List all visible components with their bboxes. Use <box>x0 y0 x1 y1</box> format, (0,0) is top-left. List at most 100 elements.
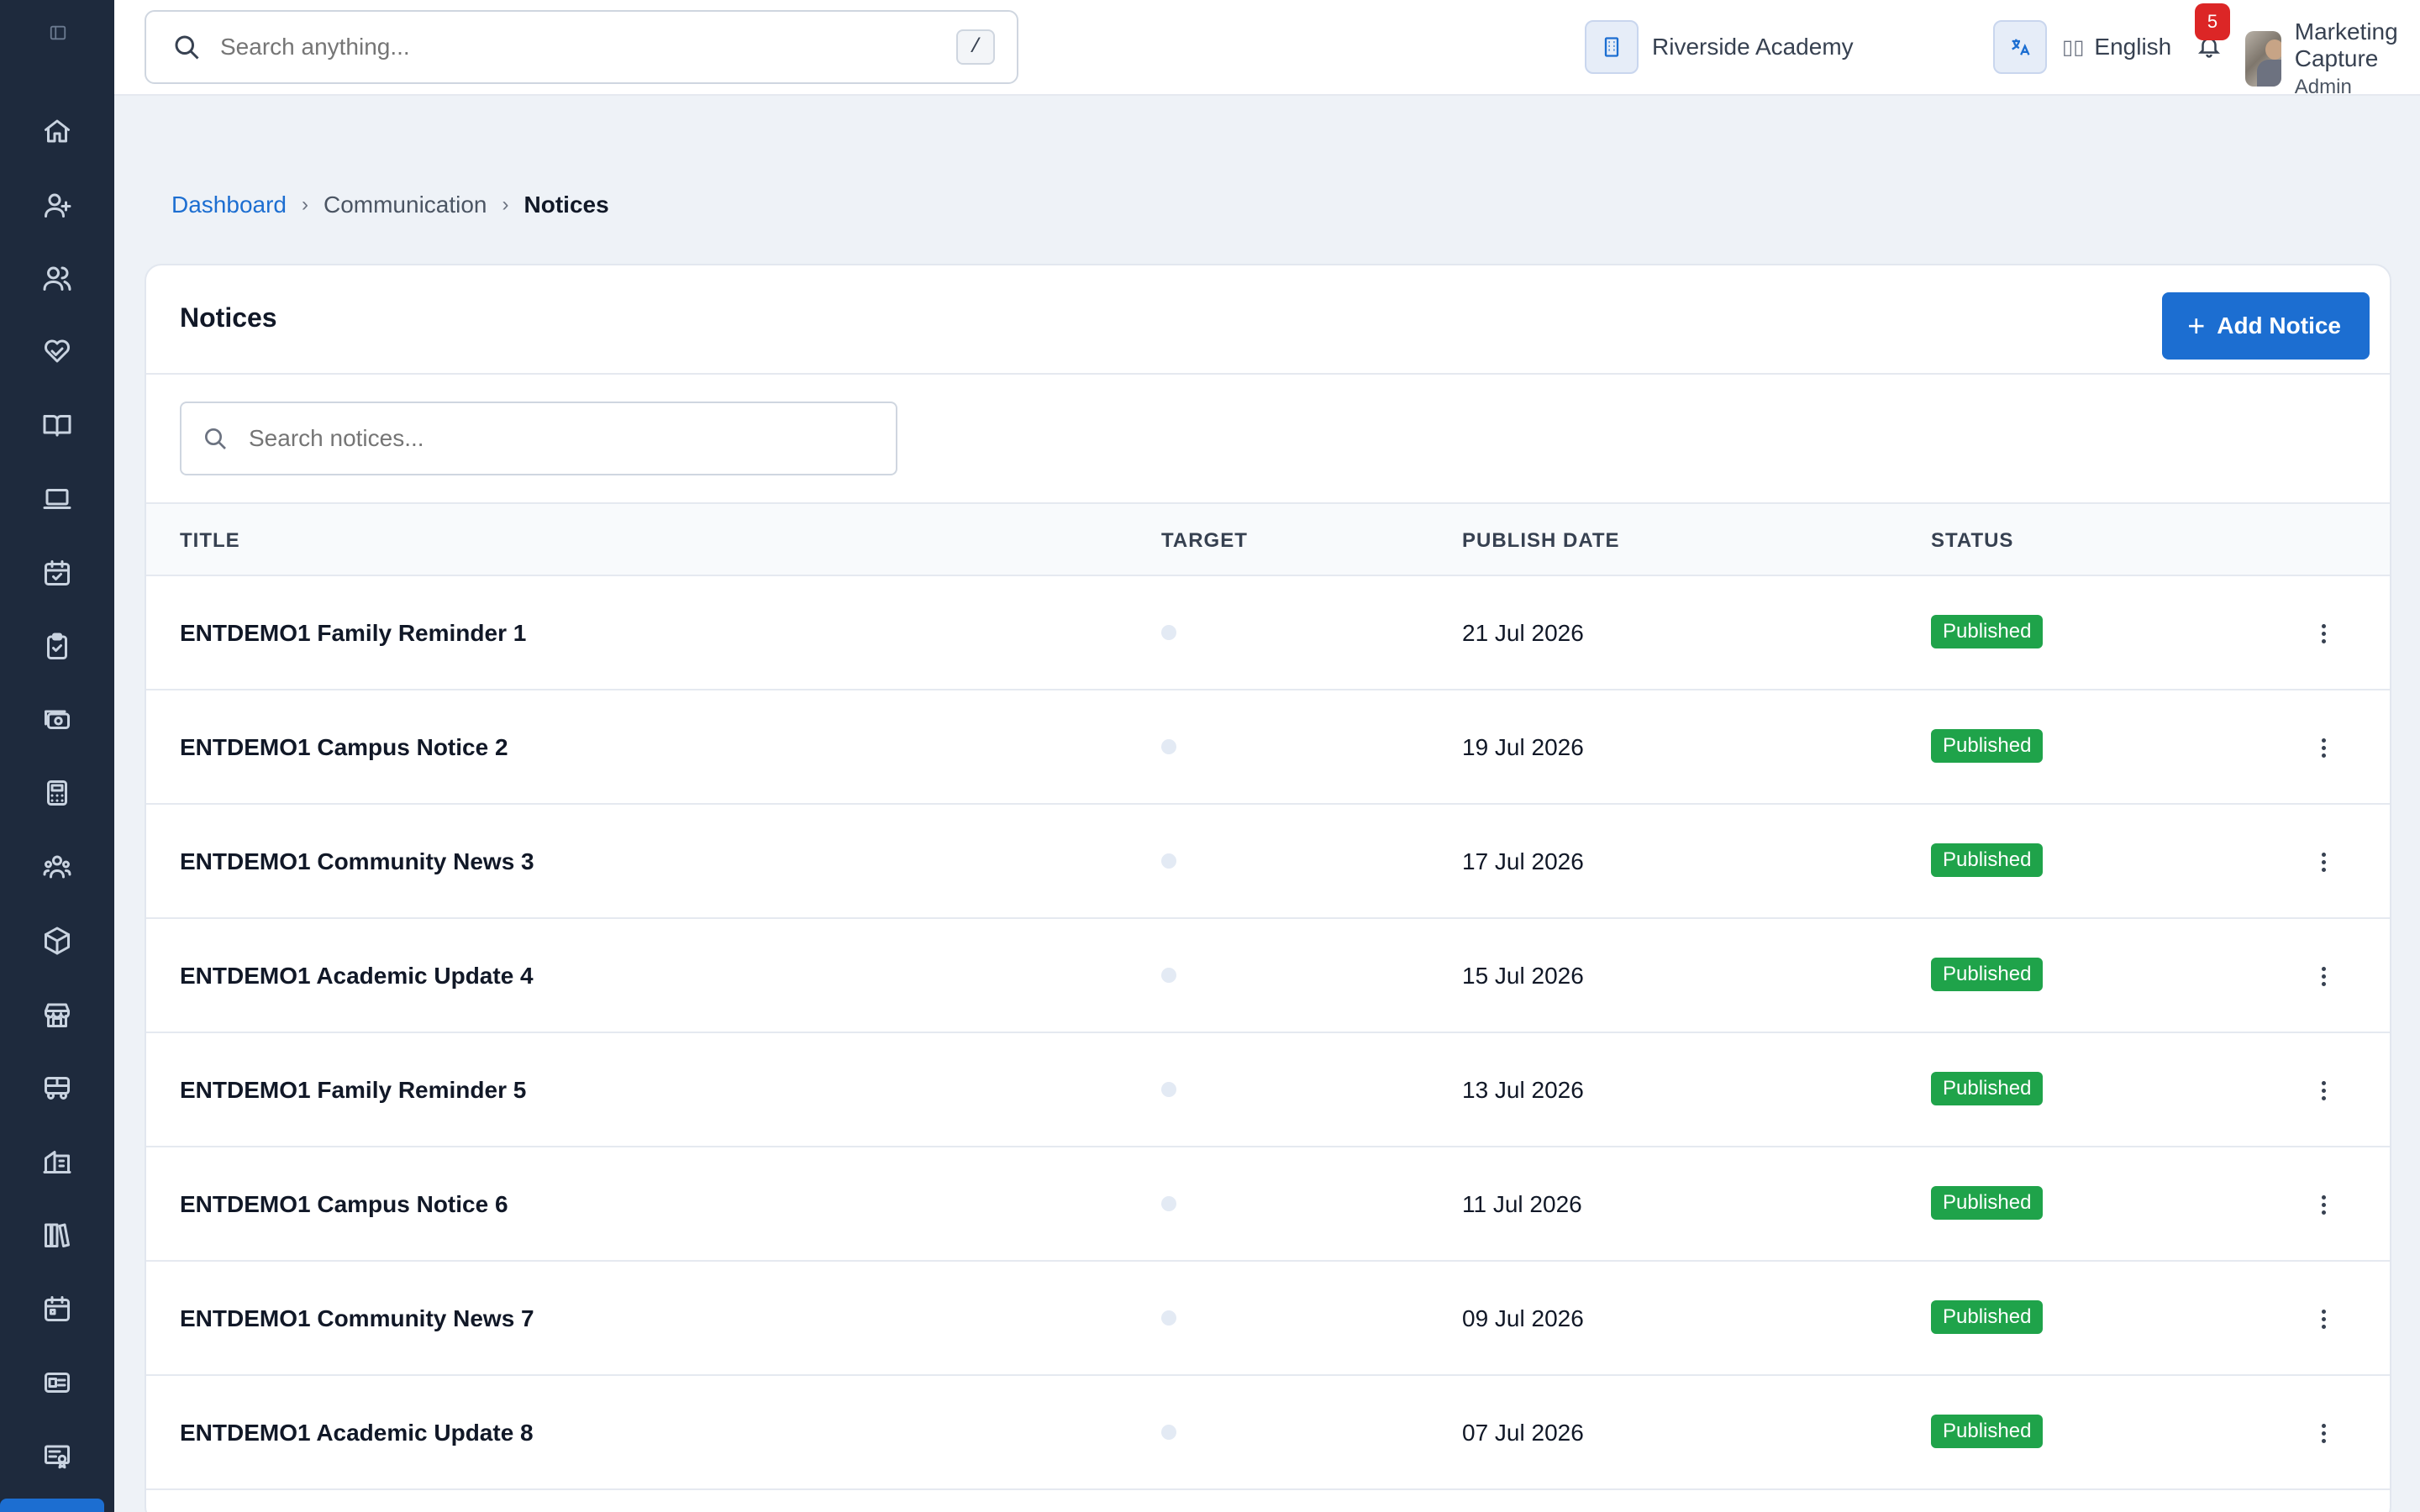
more-actions-icon[interactable] <box>2311 961 2336 991</box>
add-notice-label: Add Notice <box>2217 312 2341 339</box>
publish-date: 07 Jul 2026 <box>1462 1420 1584 1446</box>
target-indicator <box>1161 739 1176 754</box>
people-group-icon[interactable] <box>37 847 77 887</box>
more-actions-icon[interactable] <box>2311 1189 2336 1220</box>
home-icon[interactable] <box>37 111 77 151</box>
more-actions-icon[interactable] <box>2311 618 2336 648</box>
target-indicator <box>1161 968 1176 983</box>
notice-search-input[interactable] <box>249 425 896 452</box>
sidebar <box>0 0 114 1512</box>
table-row[interactable]: ENTDEMO1 Community News 7 09 Jul 2026 Pu… <box>146 1262 2390 1376</box>
table-row[interactable]: ENTDEMO1 Community News 3 17 Jul 2026 Pu… <box>146 805 2390 919</box>
breadcrumb-separator-icon: › <box>301 193 308 216</box>
school-switcher[interactable]: Riverside Academy <box>1585 20 1854 74</box>
breadcrumb: Dashboard › Communication › Notices <box>171 192 609 218</box>
language-switcher[interactable]: ▯▯ English <box>1993 20 2171 74</box>
notice-title[interactable]: ENTDEMO1 Campus Notice 2 <box>180 734 508 761</box>
status-badge: Published <box>1931 615 2044 648</box>
table-row[interactable]: ENTDEMO1 Campus Notice 6 11 Jul 2026 Pub… <box>146 1147 2390 1262</box>
package-icon[interactable] <box>37 921 77 961</box>
table-row[interactable]: ENTDEMO1 Family Reminder 1 21 Jul 2026 P… <box>146 576 2390 690</box>
publish-date: 17 Jul 2026 <box>1462 848 1584 874</box>
flag-icon: ▯▯ <box>2062 35 2085 59</box>
notice-title[interactable]: ENTDEMO1 Academic Update 8 <box>180 1420 534 1446</box>
id-card-icon[interactable] <box>37 1362 77 1403</box>
breadcrumb-separator-icon: › <box>502 193 509 216</box>
user-menu[interactable]: Marketing Capture Admin <box>2245 18 2420 99</box>
filter-bar <box>146 375 2390 504</box>
column-header-target[interactable]: TARGET <box>1161 529 1248 553</box>
page-title: Notices <box>180 302 277 333</box>
notice-title[interactable]: ENTDEMO1 Campus Notice 6 <box>180 1191 508 1218</box>
breadcrumb-communication: Communication <box>323 192 487 218</box>
publish-date: 15 Jul 2026 <box>1462 963 1584 989</box>
more-actions-icon[interactable] <box>2311 732 2336 763</box>
column-header-title[interactable]: TITLE <box>180 529 240 553</box>
status-badge: Published <box>1931 1415 2044 1448</box>
sidebar-collapse-icon[interactable] <box>49 24 67 42</box>
more-actions-icon[interactable] <box>2311 847 2336 877</box>
breadcrumb-dashboard-link[interactable]: Dashboard <box>171 192 287 218</box>
notice-title[interactable]: ENTDEMO1 Community News 3 <box>180 848 534 875</box>
clipboard-check-icon[interactable] <box>37 627 77 667</box>
notices-card: Notices + Add Notice TITLE TARGET PUBLIS… <box>145 264 2391 1512</box>
breadcrumb-current: Notices <box>523 192 609 218</box>
table-row[interactable]: ENTDEMO1 Campus Notice 2 19 Jul 2026 Pub… <box>146 690 2390 805</box>
library-icon[interactable] <box>37 1215 77 1255</box>
status-badge: Published <box>1931 843 2044 877</box>
status-badge: Published <box>1931 958 2044 991</box>
status-badge: Published <box>1931 729 2044 763</box>
user-plus-icon[interactable] <box>37 185 77 225</box>
search-shortcut-key: / <box>956 29 995 65</box>
publish-date: 11 Jul 2026 <box>1462 1191 1582 1217</box>
target-indicator <box>1161 1082 1176 1097</box>
notice-title[interactable]: ENTDEMO1 Family Reminder 1 <box>180 620 526 647</box>
more-actions-icon[interactable] <box>2311 1304 2336 1334</box>
topbar: / Riverside Academy ▯▯ English 5 Marketi… <box>114 0 2420 99</box>
search-icon <box>175 35 199 60</box>
notice-title[interactable]: ENTDEMO1 Family Reminder 5 <box>180 1077 526 1104</box>
notice-title[interactable]: ENTDEMO1 Academic Update 4 <box>180 963 534 990</box>
cash-icon[interactable] <box>37 699 77 739</box>
status-badge: Published <box>1931 1300 2044 1334</box>
publish-date: 19 Jul 2026 <box>1462 734 1584 760</box>
sidebar-active-indicator <box>0 1499 104 1512</box>
global-search[interactable]: / <box>145 10 1018 84</box>
target-indicator <box>1161 625 1176 640</box>
more-actions-icon[interactable] <box>2311 1418 2336 1448</box>
laptop-icon[interactable] <box>37 479 77 519</box>
search-icon <box>205 428 226 449</box>
publish-date: 09 Jul 2026 <box>1462 1305 1584 1331</box>
column-header-publish-date[interactable]: PUBLISH DATE <box>1462 529 1620 553</box>
column-header-status[interactable]: STATUS <box>1931 529 2013 553</box>
target-indicator <box>1161 853 1176 869</box>
calendar-check-icon[interactable] <box>37 553 77 593</box>
calculator-icon[interactable] <box>37 773 77 813</box>
plus-icon: + <box>2187 308 2206 343</box>
target-indicator <box>1161 1425 1176 1440</box>
publish-date: 13 Jul 2026 <box>1462 1077 1584 1103</box>
notice-title[interactable]: ENTDEMO1 Community News 7 <box>180 1305 534 1332</box>
target-indicator <box>1161 1196 1176 1211</box>
notice-search[interactable] <box>180 402 897 475</box>
table-row[interactable]: ENTDEMO1 Academic Update 4 15 Jul 2026 P… <box>146 919 2390 1033</box>
more-actions-icon[interactable] <box>2311 1075 2336 1105</box>
global-search-input[interactable] <box>220 34 956 60</box>
building-icon <box>1585 20 1639 74</box>
table-row[interactable]: ENTDEMO1 Academic Update 8 07 Jul 2026 P… <box>146 1376 2390 1490</box>
add-notice-button[interactable]: + Add Notice <box>2162 292 2370 360</box>
calendar-icon[interactable] <box>37 1289 77 1329</box>
users-icon[interactable] <box>37 258 77 298</box>
user-name: Marketing Capture <box>2294 18 2398 71</box>
avatar <box>2245 31 2281 87</box>
building-icon[interactable] <box>37 1141 77 1181</box>
certificate-icon[interactable] <box>37 1436 77 1477</box>
bus-icon[interactable] <box>37 1067 77 1107</box>
book-open-icon[interactable] <box>37 405 77 445</box>
status-badge: Published <box>1931 1186 2044 1220</box>
table-row[interactable]: ENTDEMO1 Family Reminder 5 13 Jul 2026 P… <box>146 1033 2390 1147</box>
store-icon[interactable] <box>37 995 77 1035</box>
school-name: Riverside Academy <box>1652 34 1854 60</box>
handshake-heart-icon[interactable] <box>37 331 77 371</box>
language-label: English <box>2094 34 2172 60</box>
